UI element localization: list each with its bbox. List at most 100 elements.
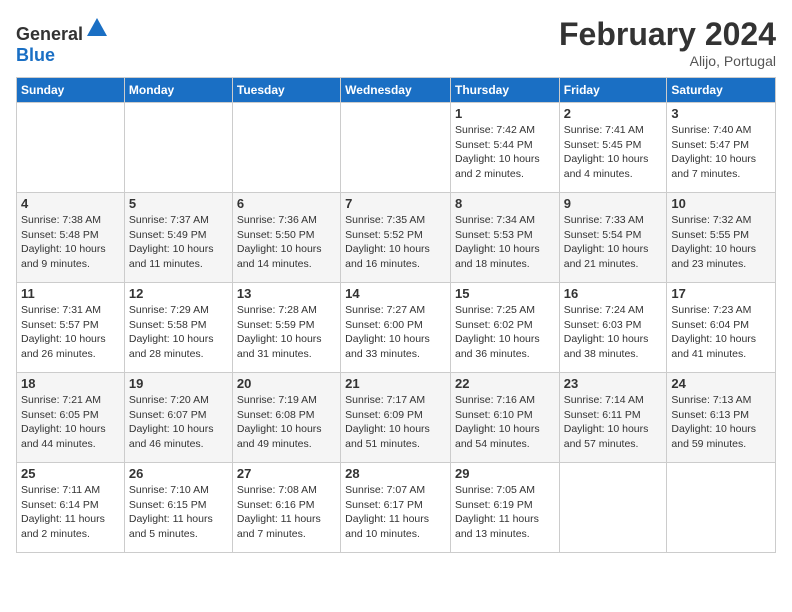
day-number: 12 (129, 286, 228, 301)
day-number: 20 (237, 376, 336, 391)
calendar-cell: 7Sunrise: 7:35 AM Sunset: 5:52 PM Daylig… (341, 193, 451, 283)
day-number: 6 (237, 196, 336, 211)
calendar-cell: 14 Sunrise: 7:27 AM Sunset: 6:00 PM Dayli… (341, 283, 451, 373)
day-info: Sunrise: 7:37 AM Sunset: 5:49 PM Dayligh… (129, 213, 228, 272)
day-info: Sunrise: 7:25 AM Sunset: 6:02 PM Dayligh… (455, 303, 555, 362)
day-info: Sunrise: 7:24 AM Sunset: 6:03 PM Dayligh… (564, 303, 663, 362)
day-number: 16 (564, 286, 663, 301)
day-number: 19 (129, 376, 228, 391)
day-number: 15 (455, 286, 555, 301)
day-info: Sunrise: 7:27 AM Sunset: 6:00 PM Dayligh… (345, 303, 446, 362)
day-info: Sunrise: 7:13 AM Sunset: 6:13 PM Dayligh… (671, 393, 771, 452)
day-number: 4 (21, 196, 120, 211)
weekday-header-row: SundayMondayTuesdayWednesdayThursdayFrid… (17, 78, 776, 103)
calendar-cell: 27 Sunrise: 7:08 AM Sunset: 6:16 PM Dayli… (232, 463, 340, 553)
calendar-cell (232, 103, 340, 193)
calendar-week-row: 18 Sunrise: 7:21 AM Sunset: 6:05 PM Dayli… (17, 373, 776, 463)
calendar-cell: 2 Sunrise: 7:41 AM Sunset: 5:45 PM Daylig… (559, 103, 667, 193)
calendar-cell: 19 Sunrise: 7:20 AM Sunset: 6:07 PM Dayli… (124, 373, 232, 463)
day-info: Sunrise: 7:07 AM Sunset: 6:17 PM Dayligh… (345, 483, 446, 542)
calendar-cell: 6 Sunrise: 7:36 AM Sunset: 5:50 PM Daylig… (232, 193, 340, 283)
day-info: Sunrise: 7:05 AM Sunset: 6:19 PM Dayligh… (455, 483, 555, 542)
logo-icon (85, 16, 109, 40)
day-number: 26 (129, 466, 228, 481)
calendar-cell: 1Sunrise: 7:42 AM Sunset: 5:44 PM Daylig… (450, 103, 559, 193)
day-number: 23 (564, 376, 663, 391)
day-number: 1 (455, 106, 555, 121)
day-number: 8 (455, 196, 555, 211)
logo: General Blue (16, 16, 109, 66)
logo-general: General (16, 24, 83, 44)
weekday-header-thursday: Thursday (450, 78, 559, 103)
calendar-cell: 9Sunrise: 7:33 AM Sunset: 5:54 PM Daylig… (559, 193, 667, 283)
calendar-week-row: 4 Sunrise: 7:38 AM Sunset: 5:48 PM Daylig… (17, 193, 776, 283)
day-info: Sunrise: 7:16 AM Sunset: 6:10 PM Dayligh… (455, 393, 555, 452)
day-info: Sunrise: 7:23 AM Sunset: 6:04 PM Dayligh… (671, 303, 771, 362)
day-info: Sunrise: 7:20 AM Sunset: 6:07 PM Dayligh… (129, 393, 228, 452)
calendar-cell: 12 Sunrise: 7:29 AM Sunset: 5:58 PM Dayli… (124, 283, 232, 373)
weekday-header-tuesday: Tuesday (232, 78, 340, 103)
day-info: Sunrise: 7:32 AM Sunset: 5:55 PM Dayligh… (671, 213, 771, 272)
day-info: Sunrise: 7:08 AM Sunset: 6:16 PM Dayligh… (237, 483, 336, 542)
calendar-cell (559, 463, 667, 553)
calendar-cell: 11Sunrise: 7:31 AM Sunset: 5:57 PM Dayli… (17, 283, 125, 373)
calendar-cell: 26 Sunrise: 7:10 AM Sunset: 6:15 PM Dayli… (124, 463, 232, 553)
calendar-cell (341, 103, 451, 193)
calendar-cell: 13Sunrise: 7:28 AM Sunset: 5:59 PM Dayli… (232, 283, 340, 373)
calendar-cell: 10 Sunrise: 7:32 AM Sunset: 5:55 PM Dayli… (667, 193, 776, 283)
weekday-header-wednesday: Wednesday (341, 78, 451, 103)
day-number: 27 (237, 466, 336, 481)
calendar-cell: 23 Sunrise: 7:14 AM Sunset: 6:11 PM Dayli… (559, 373, 667, 463)
day-number: 14 (345, 286, 446, 301)
calendar-cell: 15 Sunrise: 7:25 AM Sunset: 6:02 PM Dayli… (450, 283, 559, 373)
calendar-cell (124, 103, 232, 193)
day-number: 18 (21, 376, 120, 391)
calendar-table: SundayMondayTuesdayWednesdayThursdayFrid… (16, 77, 776, 553)
calendar-cell: 8 Sunrise: 7:34 AM Sunset: 5:53 PM Daylig… (450, 193, 559, 283)
day-info: Sunrise: 7:14 AM Sunset: 6:11 PM Dayligh… (564, 393, 663, 452)
calendar-cell: 17Sunrise: 7:23 AM Sunset: 6:04 PM Dayli… (667, 283, 776, 373)
calendar-cell: 5 Sunrise: 7:37 AM Sunset: 5:49 PM Daylig… (124, 193, 232, 283)
weekday-header-sunday: Sunday (17, 78, 125, 103)
calendar-cell: 18 Sunrise: 7:21 AM Sunset: 6:05 PM Dayli… (17, 373, 125, 463)
day-info: Sunrise: 7:11 AM Sunset: 6:14 PM Dayligh… (21, 483, 120, 542)
day-info: Sunrise: 7:36 AM Sunset: 5:50 PM Dayligh… (237, 213, 336, 272)
calendar-cell (17, 103, 125, 193)
page-header: General Blue February 2024 Alijo, Portug… (16, 16, 776, 69)
day-info: Sunrise: 7:33 AM Sunset: 5:54 PM Dayligh… (564, 213, 663, 272)
weekday-header-friday: Friday (559, 78, 667, 103)
day-info: Sunrise: 7:34 AM Sunset: 5:53 PM Dayligh… (455, 213, 555, 272)
day-info: Sunrise: 7:10 AM Sunset: 6:15 PM Dayligh… (129, 483, 228, 542)
day-info: Sunrise: 7:29 AM Sunset: 5:58 PM Dayligh… (129, 303, 228, 362)
day-number: 2 (564, 106, 663, 121)
day-info: Sunrise: 7:38 AM Sunset: 5:48 PM Dayligh… (21, 213, 120, 272)
day-info: Sunrise: 7:19 AM Sunset: 6:08 PM Dayligh… (237, 393, 336, 452)
calendar-cell (667, 463, 776, 553)
calendar-cell: 29Sunrise: 7:05 AM Sunset: 6:19 PM Dayli… (450, 463, 559, 553)
day-number: 28 (345, 466, 446, 481)
day-info: Sunrise: 7:21 AM Sunset: 6:05 PM Dayligh… (21, 393, 120, 452)
day-number: 21 (345, 376, 446, 391)
month-year-title: February 2024 (559, 16, 776, 53)
day-number: 10 (671, 196, 771, 211)
calendar-cell: 20 Sunrise: 7:19 AM Sunset: 6:08 PM Dayli… (232, 373, 340, 463)
calendar-cell: 22Sunrise: 7:16 AM Sunset: 6:10 PM Dayli… (450, 373, 559, 463)
location-subtitle: Alijo, Portugal (559, 53, 776, 69)
day-number: 5 (129, 196, 228, 211)
day-info: Sunrise: 7:31 AM Sunset: 5:57 PM Dayligh… (21, 303, 120, 362)
day-number: 25 (21, 466, 120, 481)
logo-blue: Blue (16, 45, 55, 65)
day-number: 24 (671, 376, 771, 391)
calendar-week-row: 25 Sunrise: 7:11 AM Sunset: 6:14 PM Dayli… (17, 463, 776, 553)
calendar-week-row: 1Sunrise: 7:42 AM Sunset: 5:44 PM Daylig… (17, 103, 776, 193)
title-block: February 2024 Alijo, Portugal (559, 16, 776, 69)
calendar-cell: 24 Sunrise: 7:13 AM Sunset: 6:13 PM Dayli… (667, 373, 776, 463)
day-number: 3 (671, 106, 771, 121)
day-info: Sunrise: 7:40 AM Sunset: 5:47 PM Dayligh… (671, 123, 771, 182)
calendar-cell: 16 Sunrise: 7:24 AM Sunset: 6:03 PM Dayli… (559, 283, 667, 373)
day-number: 13 (237, 286, 336, 301)
calendar-week-row: 11Sunrise: 7:31 AM Sunset: 5:57 PM Dayli… (17, 283, 776, 373)
day-info: Sunrise: 7:41 AM Sunset: 5:45 PM Dayligh… (564, 123, 663, 182)
day-number: 7 (345, 196, 446, 211)
weekday-header-monday: Monday (124, 78, 232, 103)
